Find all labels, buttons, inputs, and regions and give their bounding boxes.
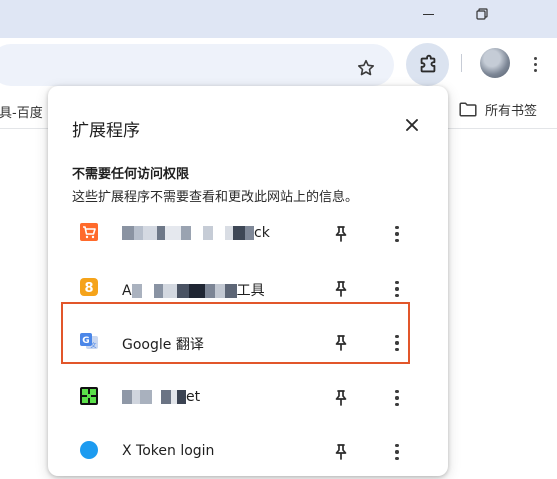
number-8-icon: 8 <box>80 278 98 296</box>
pin-icon <box>335 281 347 297</box>
extension-name-suffix: 工具 <box>236 283 265 299</box>
dot <box>533 68 537 72</box>
bookmark-star-button[interactable] <box>352 54 380 82</box>
svg-text:8: 8 <box>84 281 93 296</box>
close-button[interactable] <box>400 113 424 137</box>
restore-icon <box>476 8 488 20</box>
pin-icon <box>335 444 347 460</box>
extensions-popup: 扩展程序 不需要任何访问权限 这些扩展程序不需要查看和更改此网站上的信息。 ck <box>48 86 448 476</box>
extension-name: ck <box>122 225 270 241</box>
address-bar[interactable] <box>0 44 394 86</box>
dot <box>395 238 399 243</box>
popup-title: 扩展程序 <box>72 121 140 141</box>
dot <box>533 56 537 60</box>
browser-toolbar <box>0 38 557 92</box>
dot <box>395 293 399 298</box>
extension-name-visible: ck <box>254 225 270 241</box>
shopping-cart-icon <box>79 222 99 242</box>
green-grid-icon <box>80 387 98 405</box>
blurred-text <box>131 284 237 298</box>
restore-button[interactable] <box>459 0 505 28</box>
dot <box>395 287 399 291</box>
pin-icon <box>335 390 347 406</box>
highlight-box <box>61 302 410 364</box>
dot <box>395 443 399 448</box>
minimize-button[interactable] <box>405 0 451 28</box>
pin-button[interactable] <box>329 440 353 464</box>
section-title: 不需要任何访问权限 <box>72 167 190 182</box>
more-options-button[interactable] <box>385 386 409 410</box>
all-bookmarks-label: 所有书签 <box>485 104 538 119</box>
extension-name: A 工具 <box>122 280 265 300</box>
dot <box>395 402 399 407</box>
section-description: 这些扩展程序不需要查看和更改此网站上的信息。 <box>72 190 359 205</box>
all-bookmarks-button[interactable]: 所有书签 <box>459 100 537 119</box>
dot <box>395 456 399 461</box>
star-icon <box>357 59 375 76</box>
extension-name-suffix: et <box>186 389 201 405</box>
pin-button[interactable] <box>329 386 353 410</box>
pin-button[interactable] <box>329 222 353 246</box>
puzzle-icon <box>420 54 435 72</box>
extensions-button[interactable] <box>406 43 449 86</box>
toolbar-divider <box>461 54 462 72</box>
dot <box>395 225 399 230</box>
dot <box>395 389 399 394</box>
pin-icon <box>335 226 347 242</box>
bookmark-item[interactable]: 具-百度 <box>0 102 43 121</box>
close-icon <box>406 119 418 131</box>
dot <box>395 396 399 400</box>
blurred-text <box>122 390 186 404</box>
folder-icon <box>459 102 477 117</box>
minimize-icon <box>422 13 434 15</box>
title-bar <box>0 0 557 38</box>
browser-menu-button[interactable] <box>525 54 545 74</box>
extension-row[interactable]: X Token login <box>48 427 448 479</box>
blurred-text <box>122 226 254 240</box>
blue-circle-icon <box>80 441 98 459</box>
extension-name-prefix: A <box>122 283 132 299</box>
profile-avatar[interactable] <box>480 48 510 78</box>
dot <box>395 450 399 454</box>
more-options-button[interactable] <box>385 440 409 464</box>
more-options-button[interactable] <box>385 277 409 301</box>
dot <box>395 280 399 285</box>
dot <box>395 232 399 236</box>
extension-row[interactable]: et <box>48 373 448 425</box>
dot <box>533 62 537 66</box>
more-options-button[interactable] <box>385 222 409 246</box>
pin-button[interactable] <box>329 277 353 301</box>
extension-row[interactable]: ck <box>48 209 448 261</box>
extension-name: et <box>122 389 200 405</box>
